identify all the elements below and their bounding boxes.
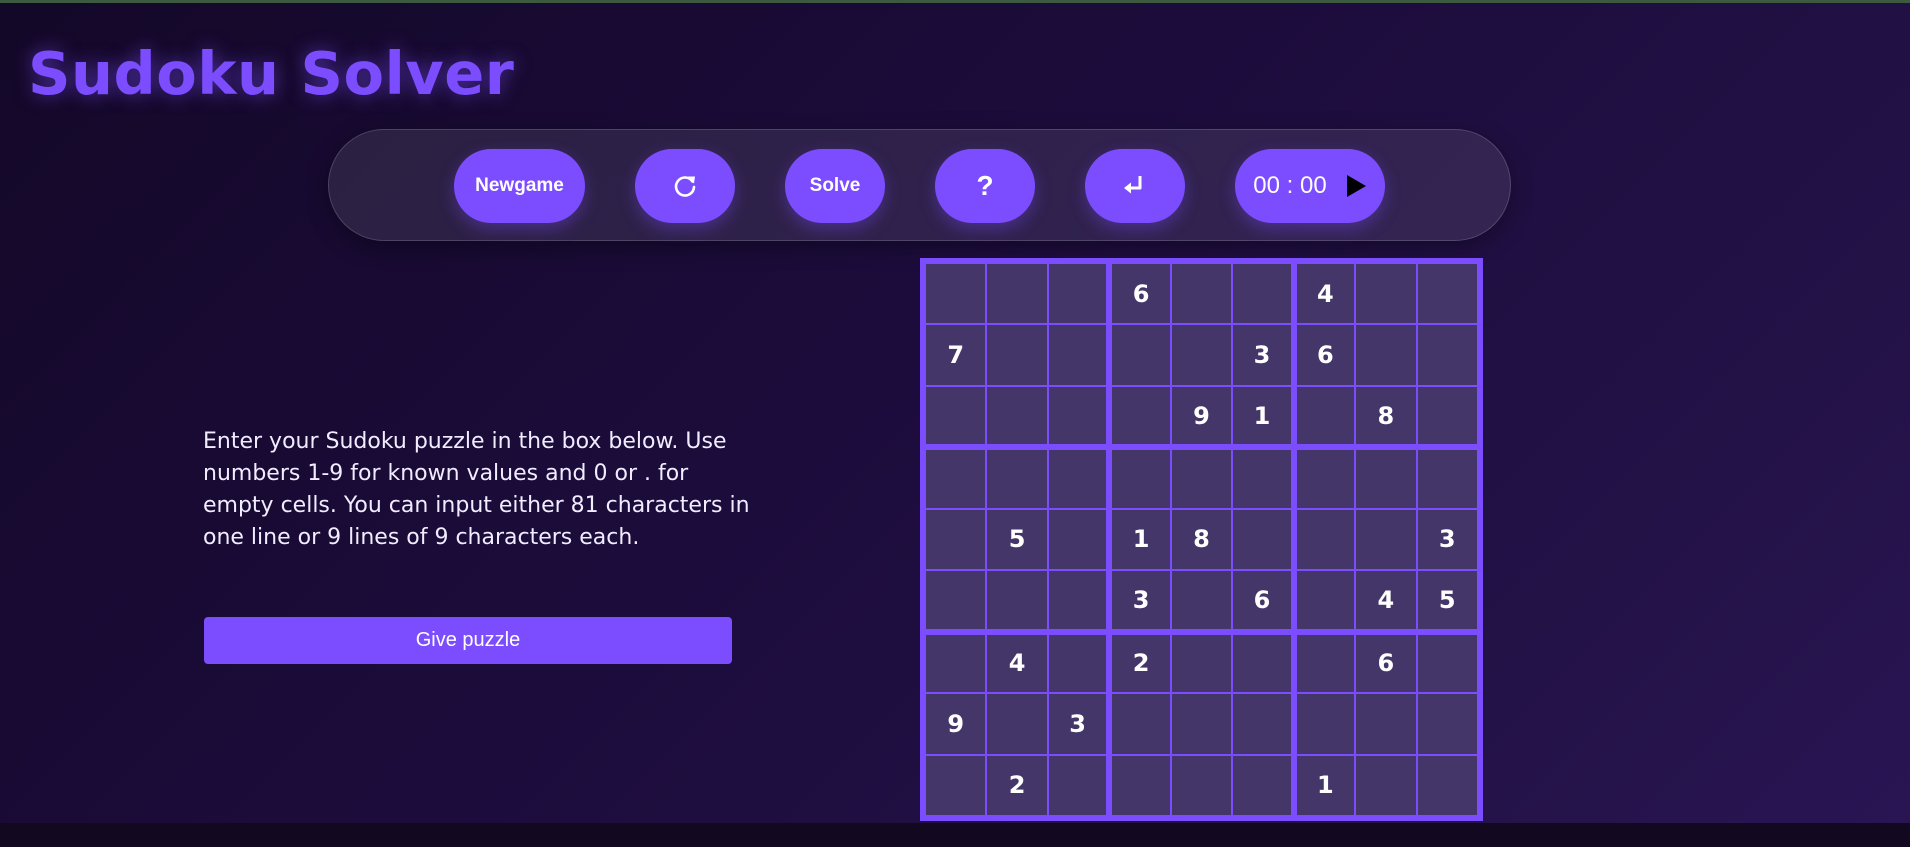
- sudoku-cell[interactable]: 9: [1170, 385, 1233, 448]
- sudoku-cell[interactable]: 5: [986, 508, 1048, 571]
- sudoku-cell[interactable]: 7: [925, 324, 987, 386]
- sudoku-cell[interactable]: [1232, 447, 1294, 509]
- refresh-icon: [674, 176, 696, 197]
- window-top-border: [0, 0, 1910, 3]
- sudoku-cell[interactable]: [1416, 693, 1478, 755]
- sudoku-cell[interactable]: [1170, 570, 1233, 632]
- sudoku-cell[interactable]: [1232, 631, 1294, 694]
- sudoku-cell[interactable]: 6: [1232, 570, 1294, 632]
- sudoku-cell[interactable]: 2: [986, 754, 1048, 816]
- enter-button[interactable]: [1085, 149, 1185, 223]
- sudoku-cell[interactable]: [1047, 263, 1110, 325]
- sudoku-cell[interactable]: [1047, 385, 1110, 448]
- sudoku-cell[interactable]: [1355, 324, 1417, 386]
- sudoku-cell[interactable]: 5: [1416, 570, 1478, 632]
- sudoku-cell[interactable]: [1293, 631, 1356, 694]
- sudoku-cell[interactable]: [1047, 324, 1110, 386]
- sudoku-cell[interactable]: [986, 263, 1048, 325]
- sudoku-board: 64736918518336454269321: [920, 258, 1483, 821]
- sudoku-cell[interactable]: [1170, 447, 1233, 509]
- sudoku-cell[interactable]: [925, 508, 987, 571]
- sudoku-cell[interactable]: 3: [1109, 570, 1171, 632]
- sudoku-cell[interactable]: [1416, 631, 1478, 694]
- sudoku-cell[interactable]: [1293, 693, 1356, 755]
- sudoku-cell[interactable]: 2: [1109, 631, 1171, 694]
- sudoku-cell[interactable]: [1416, 263, 1478, 325]
- sudoku-cell[interactable]: [1355, 263, 1417, 325]
- solve-button[interactable]: Solve: [785, 149, 885, 223]
- sudoku-cell[interactable]: [986, 570, 1048, 632]
- sudoku-cell[interactable]: [986, 324, 1048, 386]
- sudoku-cell[interactable]: [1232, 693, 1294, 755]
- sudoku-cell[interactable]: 9: [925, 693, 987, 755]
- sudoku-cell[interactable]: [1109, 324, 1171, 386]
- sudoku-cell[interactable]: [1109, 447, 1171, 509]
- sudoku-cell[interactable]: 4: [1355, 570, 1417, 632]
- sudoku-cell[interactable]: [1355, 508, 1417, 571]
- sudoku-cell[interactable]: [1109, 754, 1171, 816]
- sudoku-cell[interactable]: [1170, 324, 1233, 386]
- bottom-edge: [0, 823, 1910, 847]
- sudoku-cell[interactable]: [1047, 570, 1110, 632]
- sudoku-cell[interactable]: [1293, 385, 1356, 448]
- sudoku-cell[interactable]: [1170, 263, 1233, 325]
- sudoku-cell[interactable]: [1416, 324, 1478, 386]
- sudoku-cell[interactable]: 3: [1416, 508, 1478, 571]
- instructions-text: Enter your Sudoku puzzle in the box belo…: [203, 429, 750, 550]
- sudoku-cell[interactable]: 3: [1047, 693, 1110, 755]
- sudoku-cell[interactable]: [1355, 447, 1417, 509]
- sudoku-cell[interactable]: [1170, 693, 1233, 755]
- sudoku-cell[interactable]: [1293, 570, 1356, 632]
- give-puzzle-button[interactable]: Give puzzle: [204, 617, 732, 664]
- sudoku-cell[interactable]: [1047, 754, 1110, 816]
- refresh-button[interactable]: [635, 149, 735, 223]
- sudoku-cell[interactable]: [1109, 693, 1171, 755]
- sudoku-cell[interactable]: [1047, 508, 1110, 571]
- sudoku-cell[interactable]: [1109, 385, 1171, 448]
- sudoku-cell[interactable]: 8: [1355, 385, 1417, 448]
- sudoku-cell[interactable]: [925, 447, 987, 509]
- sudoku-cell[interactable]: [1232, 754, 1294, 816]
- sudoku-cell[interactable]: 4: [986, 631, 1048, 694]
- sudoku-cell[interactable]: [986, 385, 1048, 448]
- sudoku-cell[interactable]: [925, 754, 987, 816]
- hint-button[interactable]: ?: [935, 149, 1035, 223]
- sudoku-cell[interactable]: 8: [1170, 508, 1233, 571]
- sudoku-cell[interactable]: [1416, 754, 1478, 816]
- timer-display: 00 : 00: [1253, 172, 1327, 199]
- sudoku-cell[interactable]: [925, 385, 987, 448]
- timer-button[interactable]: 00 : 00: [1235, 149, 1385, 223]
- sudoku-cell[interactable]: [925, 263, 987, 325]
- sudoku-cell[interactable]: 1: [1232, 385, 1294, 448]
- sudoku-cell[interactable]: [986, 693, 1048, 755]
- play-icon: [1346, 175, 1366, 197]
- sudoku-cell[interactable]: 6: [1355, 631, 1417, 694]
- sudoku-cell[interactable]: [1293, 508, 1356, 571]
- sudoku-cell[interactable]: [1355, 754, 1417, 816]
- sudoku-cell[interactable]: [1170, 631, 1233, 694]
- new-game-button[interactable]: Newgame: [454, 149, 585, 223]
- sudoku-cell[interactable]: [1416, 447, 1478, 509]
- sudoku-cell[interactable]: 6: [1109, 263, 1171, 325]
- enter-return-icon: [1124, 176, 1142, 194]
- sudoku-cell[interactable]: [1170, 754, 1233, 816]
- sudoku-cell[interactable]: [986, 447, 1048, 509]
- sudoku-cell[interactable]: [1232, 263, 1294, 325]
- sudoku-cell[interactable]: [1416, 385, 1478, 448]
- sudoku-cell[interactable]: [925, 570, 987, 632]
- sudoku-cell[interactable]: [1232, 508, 1294, 571]
- sudoku-cell[interactable]: [925, 631, 987, 694]
- sudoku-cell[interactable]: 4: [1293, 263, 1356, 325]
- sudoku-cell[interactable]: [1047, 631, 1110, 694]
- sudoku-cell[interactable]: 3: [1232, 324, 1294, 386]
- sudoku-cell[interactable]: 1: [1109, 508, 1171, 571]
- page-title: Sudoku Solver: [28, 39, 515, 108]
- sudoku-cell[interactable]: [1355, 693, 1417, 755]
- sudoku-cell[interactable]: 6: [1293, 324, 1356, 386]
- sudoku-cell[interactable]: [1047, 447, 1110, 509]
- sudoku-cell[interactable]: 1: [1293, 754, 1356, 816]
- sudoku-cell[interactable]: [1293, 447, 1356, 509]
